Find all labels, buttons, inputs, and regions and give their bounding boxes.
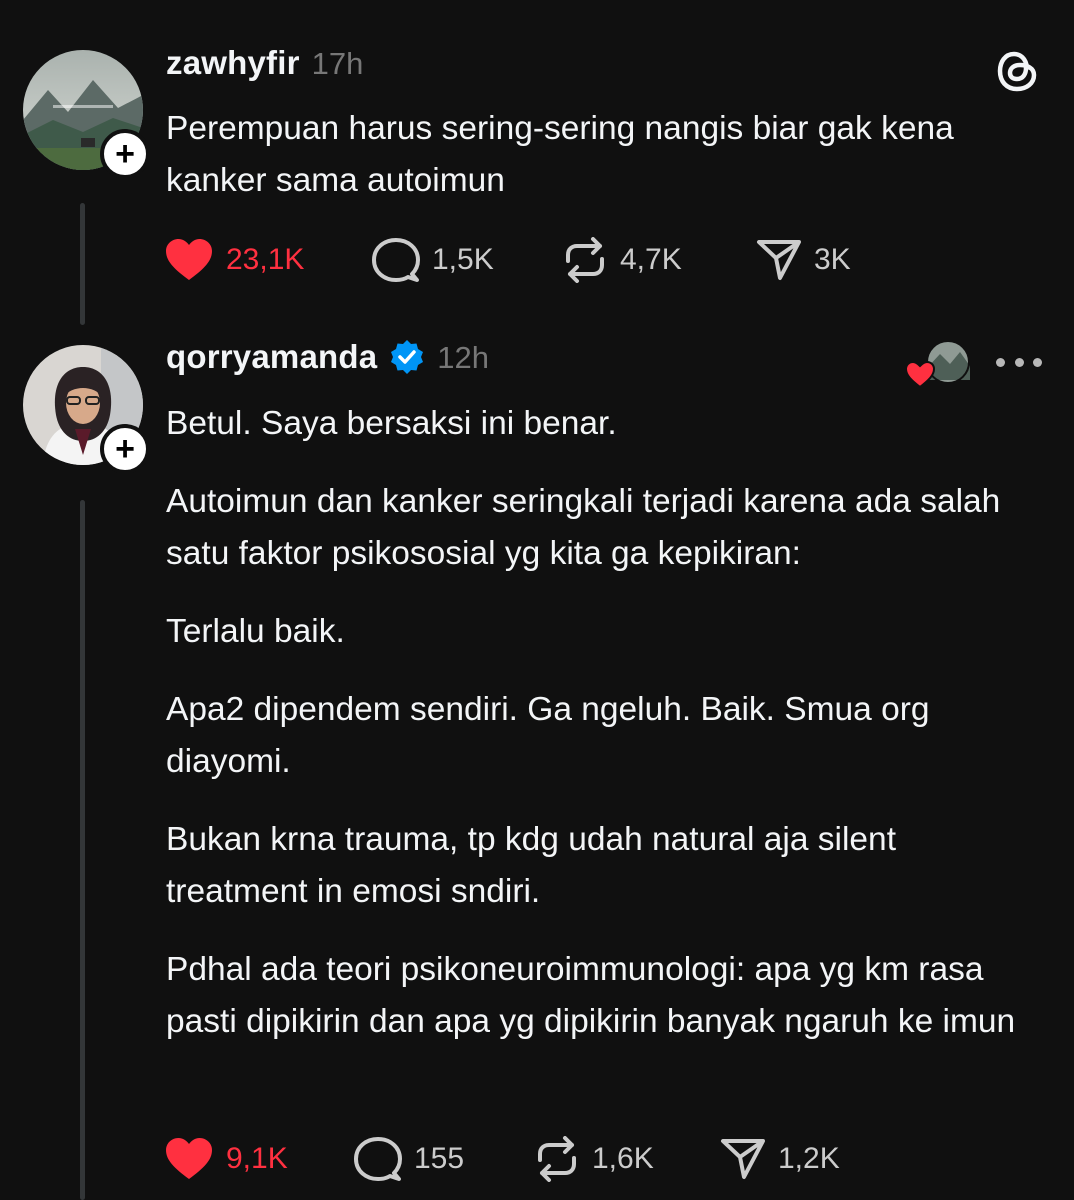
post-paragraph: Bukan krna trauma, tp kdg udah natural a… <box>166 821 896 910</box>
more-dot-icon <box>1033 357 1042 367</box>
thread-connector-line <box>80 203 85 325</box>
like-button[interactable]: 23,1K <box>164 238 372 282</box>
more-options-button[interactable] <box>996 352 1042 372</box>
reply-button[interactable]: 1,5K <box>372 237 562 283</box>
post-timestamp: 17h <box>311 46 364 81</box>
post-paragraph: Pdhal ada teori psikoneuroimmunologi: ap… <box>166 951 1016 1040</box>
like-button[interactable]: 9,1K <box>164 1137 354 1181</box>
like-count: 23,1K <box>226 243 305 276</box>
repost-count: 1,6K <box>592 1142 654 1175</box>
thread-reply-post[interactable]: + qorryamanda 12h Betul. Saya bersaksi i… <box>0 330 1074 1200</box>
thread-connector-line <box>80 500 85 1200</box>
share-button[interactable]: 1,2K <box>720 1137 840 1181</box>
username[interactable]: zawhyfir <box>166 44 300 82</box>
share-count: 3K <box>814 243 851 276</box>
post-paragraph: Perempuan harus sering-sering nangis bia… <box>166 110 954 199</box>
more-dot-icon <box>996 357 1005 367</box>
post-body: Perempuan harus sering-sering nangis bia… <box>166 103 1026 233</box>
threads-feed: + zawhyfir 17h Perempuan harus sering-se… <box>0 0 1074 1200</box>
username[interactable]: qorryamanda <box>166 338 377 376</box>
heart-filled-icon <box>166 1138 212 1179</box>
reply-button[interactable]: 155 <box>354 1136 534 1182</box>
speech-bubble-icon <box>354 1137 402 1181</box>
post-actions: 23,1K 1,5K 4,7K 3K <box>164 235 851 285</box>
repost-button[interactable]: 1,6K <box>534 1136 720 1182</box>
post-paragraph: Terlalu baik. <box>166 613 345 650</box>
repost-count: 4,7K <box>620 243 682 276</box>
thread-post[interactable]: + zawhyfir 17h Perempuan harus sering-se… <box>0 0 1074 330</box>
verified-badge-icon <box>391 340 424 374</box>
repost-icon <box>566 237 604 283</box>
post-paragraph: Apa2 dipendem sendiri. Ga ngeluh. Baik. … <box>166 691 930 780</box>
post-header: zawhyfir 17h <box>166 44 363 82</box>
post-actions: 9,1K 155 1,6K 1,2K <box>164 1134 840 1184</box>
threads-logo-icon[interactable] <box>994 46 1040 96</box>
like-count: 9,1K <box>226 1142 288 1175</box>
share-count: 1,2K <box>778 1142 840 1175</box>
reply-count: 155 <box>414 1142 465 1175</box>
post-paragraph: Autoimun dan kanker seringkali terjadi k… <box>166 483 1001 572</box>
repost-button[interactable]: 4,7K <box>562 237 756 283</box>
post-timestamp: 12h <box>437 340 490 375</box>
more-dot-icon <box>1014 357 1024 367</box>
repost-icon <box>538 1136 576 1182</box>
share-button[interactable]: 3K <box>756 238 851 282</box>
post-paragraph: Betul. Saya bersaksi ini benar. <box>166 405 617 442</box>
reply-count: 1,5K <box>432 243 494 276</box>
post-header: qorryamanda 12h <box>166 338 489 376</box>
liked-by-author-icon <box>904 340 970 389</box>
send-icon <box>721 1139 765 1179</box>
speech-bubble-icon <box>372 238 420 282</box>
follow-button[interactable]: + <box>100 424 150 474</box>
post-body: Betul. Saya bersaksi ini benar. Autoimun… <box>166 398 1026 1074</box>
follow-button[interactable]: + <box>100 129 150 179</box>
heart-filled-icon <box>166 239 212 280</box>
send-icon <box>757 240 801 280</box>
